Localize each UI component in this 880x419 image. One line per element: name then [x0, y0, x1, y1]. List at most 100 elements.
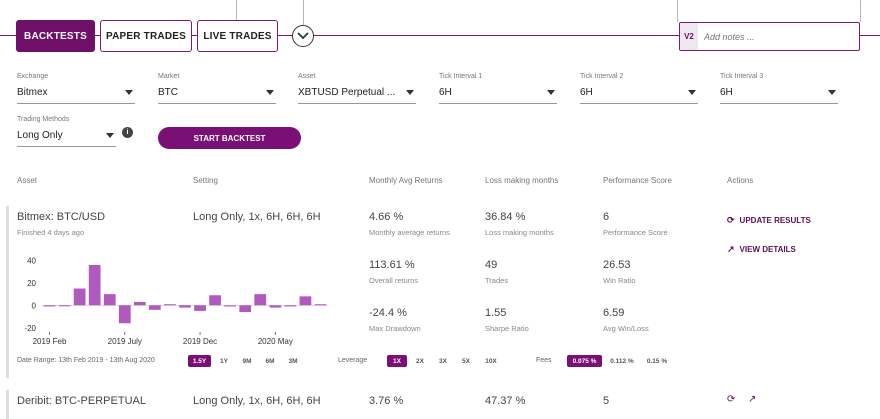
range-pill-9m[interactable]: 9M — [237, 355, 257, 367]
tick-interval-2-select[interactable]: 6H — [580, 82, 698, 104]
chart-bar — [179, 305, 191, 308]
notes-field[interactable]: V2 — [679, 22, 860, 51]
date-range-label: Date Range: 13th Feb 2019 - 13th Aug 202… — [17, 357, 155, 364]
result-asset: Bitmex: BTC/USD — [17, 211, 106, 223]
chart-bar — [314, 304, 327, 306]
range-pill-6m[interactable]: 6M — [260, 355, 280, 367]
notes-input[interactable] — [698, 31, 848, 42]
perf-score-value: 5 — [603, 395, 610, 407]
version-badge: V2 — [680, 23, 698, 50]
monthly-avg-label: Monthly average returns — [369, 228, 450, 237]
fee-pill-0-112[interactable]: 0.112 % — [606, 355, 638, 367]
x-tick-label: 2020 May — [258, 337, 293, 346]
trades-value: 49 — [485, 259, 498, 271]
y-tick-label: 40 — [27, 256, 36, 265]
fee-pill-0-075[interactable]: 0.075 % — [567, 355, 602, 367]
chart-bar — [254, 294, 267, 306]
perf-score-label: Performance Score — [603, 228, 668, 237]
range-pill-1-5y[interactable]: 1.5Y — [188, 355, 211, 367]
leverage-pill-3x[interactable]: 3X — [433, 355, 453, 367]
leverage-pill-1x[interactable]: 1X — [387, 355, 407, 367]
tab-paper-trades[interactable]: PAPER TRADES — [100, 20, 192, 52]
exchange-value: Bitmex — [17, 87, 48, 98]
max-drawdown-label: Max Drawdown — [369, 324, 421, 333]
connector-line — [677, 0, 678, 22]
update-results-button[interactable]: ⟳ UPDATE RESULTS — [727, 215, 811, 226]
start-backtest-button[interactable]: START BACKTEST — [158, 127, 301, 149]
leverage-pill-2x[interactable]: 2X — [410, 355, 430, 367]
monthly-avg-value: 4.66 % — [369, 211, 404, 223]
connector-line — [236, 0, 237, 20]
leverage-pill-5x[interactable]: 5X — [456, 355, 476, 367]
max-drawdown-value: -24.4 % — [369, 307, 407, 319]
x-tick-label: 2019 July — [108, 337, 142, 346]
range-pill-1y[interactable]: 1Y — [214, 355, 234, 367]
update-results-label: UPDATE RESULTS — [739, 216, 811, 225]
tick-interval-3-label: Tick Interval 3 — [720, 73, 764, 80]
tick-interval-2-label: Tick Interval 2 — [580, 73, 624, 80]
tick-interval-1-label: Tick Interval 1 — [439, 73, 483, 80]
column-header-setting: Setting — [193, 176, 218, 185]
column-header-loss-months: Loss making months — [485, 176, 559, 185]
fee-pill-0-15[interactable]: 0.15 % — [642, 355, 672, 367]
tick-interval-1-select[interactable]: 6H — [439, 82, 557, 104]
caret-down-icon — [106, 133, 114, 138]
perf-score-value: 6 — [603, 211, 610, 223]
result-row-indicator — [6, 390, 9, 419]
loss-months-value: 47.37 % — [485, 395, 526, 407]
market-value: BTC — [158, 87, 178, 98]
chart-bar — [88, 264, 101, 306]
view-details-label: VIEW DETAILS — [739, 245, 796, 254]
leverage-label: Leverage — [338, 357, 368, 364]
avg-win-loss-value: 6.59 — [603, 307, 625, 319]
caret-down-icon — [125, 90, 133, 95]
tick-interval-2-value: 6H — [580, 87, 593, 98]
asset-label: Asset — [298, 73, 316, 80]
tick-interval-3-select[interactable]: 6H — [720, 82, 838, 104]
chart-bar — [133, 301, 146, 306]
monthly-avg-value: 3.76 % — [369, 395, 404, 407]
trading-methods-value: Long Only — [17, 130, 63, 141]
sharpe-ratio-value: 1.55 — [485, 307, 507, 319]
asset-select[interactable]: XBTUSD Perpetual ... — [298, 82, 416, 104]
connector-line — [303, 0, 304, 25]
caret-down-icon — [688, 90, 696, 95]
refresh-icon[interactable]: ⟳ — [727, 394, 735, 405]
exchange-select[interactable]: Bitmex — [17, 82, 135, 104]
external-link-icon[interactable]: ↗ — [748, 394, 756, 405]
column-header-performance: Performance Score — [603, 176, 672, 185]
view-details-button[interactable]: ↗ VIEW DETAILS — [727, 244, 796, 255]
y-tick-label: 0 — [32, 301, 37, 310]
chart-bar — [118, 305, 131, 324]
leverage-pill-10x[interactable]: 10X — [480, 355, 502, 367]
column-header-actions: Actions — [727, 176, 754, 185]
market-select[interactable]: BTC — [158, 82, 276, 104]
chevron-down-icon[interactable] — [292, 25, 314, 47]
chart-bar — [149, 305, 161, 310]
chart-bar — [73, 288, 86, 306]
connector-line — [860, 0, 861, 22]
result-row-indicator — [6, 206, 9, 378]
y-tick-label: -20 — [24, 324, 36, 333]
avg-win-loss-label: Avg Win/Loss — [603, 324, 649, 333]
tick-interval-1-value: 6H — [439, 87, 452, 98]
tab-live-trades[interactable]: LIVE TRADES — [197, 20, 278, 52]
overall-returns-label: Overall returns — [369, 276, 419, 285]
caret-down-icon — [828, 90, 836, 95]
info-icon[interactable]: i — [122, 127, 133, 138]
column-header-asset: Asset — [17, 176, 38, 185]
range-pill-3m[interactable]: 3M — [283, 355, 303, 367]
chart-bar — [209, 295, 221, 306]
tab-backtests[interactable]: BACKTESTS — [16, 20, 95, 52]
result-setting: Long Only, 1x, 6H, 6H, 6H — [193, 395, 321, 407]
chart-bar — [43, 305, 56, 307]
result-setting: Long Only, 1x, 6H, 6H, 6H — [193, 211, 321, 223]
caret-down-icon — [266, 90, 274, 95]
chart-bar — [224, 305, 237, 307]
win-ratio-value: 26.53 — [603, 259, 631, 271]
sharpe-ratio-label: Sharpe Ratio — [485, 324, 529, 333]
tick-interval-3-value: 6H — [720, 87, 733, 98]
chart-bar — [284, 305, 297, 307]
trading-methods-select[interactable]: Long Only — [17, 125, 116, 147]
result-finished: Finished 4 days ago — [17, 228, 85, 237]
